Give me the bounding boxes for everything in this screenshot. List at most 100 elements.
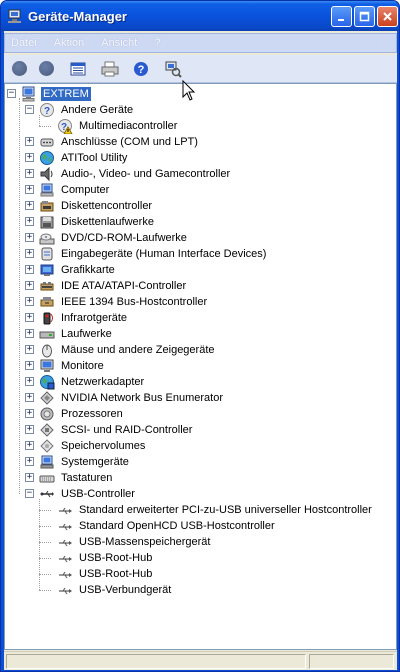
tree-device[interactable]: USB-Root-Hub xyxy=(57,566,154,582)
tree-category[interactable]: ATITool Utility xyxy=(39,150,129,166)
expand-toggle[interactable]: + xyxy=(25,425,34,434)
title-bar[interactable]: Geräte-Manager xyxy=(1,1,399,31)
expand-toggle[interactable]: + xyxy=(25,265,34,274)
usb-icon xyxy=(40,490,54,498)
tree-device[interactable]: Standard OpenHCD USB-Hostcontroller xyxy=(57,518,277,534)
expand-toggle[interactable]: + xyxy=(25,153,34,162)
minimize-button[interactable] xyxy=(331,6,352,27)
expand-toggle[interactable]: + xyxy=(25,297,34,306)
expand-toggle[interactable]: + xyxy=(25,361,34,370)
status-segment-secondary xyxy=(309,654,394,669)
usb-plug-icon xyxy=(59,571,72,579)
monitor-icon xyxy=(40,359,54,372)
bus-enumerator-icon xyxy=(40,391,54,405)
tree-category[interactable]: ? Andere Geräte xyxy=(39,102,135,118)
network-adapter-icon xyxy=(40,375,55,390)
expand-toggle[interactable]: + xyxy=(25,441,34,450)
tree-item-label: Eingabegeräte (Human Interface Devices) xyxy=(61,248,267,260)
scsi-icon xyxy=(40,423,54,437)
tree-device[interactable]: ? Multimediacontroller xyxy=(57,118,179,134)
scan-hardware-button[interactable] xyxy=(162,58,184,80)
menu-help[interactable]: ? xyxy=(154,37,160,49)
tree-item-label: IDE ATA/ATAPI-Controller xyxy=(61,280,187,292)
expand-toggle[interactable]: + xyxy=(25,393,34,402)
infrared-icon xyxy=(43,312,53,325)
tree-device[interactable]: USB-Massenspeichergerät xyxy=(57,534,212,550)
disk-drive-icon xyxy=(39,331,55,339)
maximize-icon xyxy=(359,11,370,22)
properties-view-button[interactable] xyxy=(67,58,89,80)
tree-device[interactable]: USB-Root-Hub xyxy=(57,550,154,566)
expand-toggle[interactable]: + xyxy=(25,377,34,386)
expand-toggle[interactable]: + xyxy=(25,137,34,146)
collapse-toggle[interactable]: − xyxy=(7,89,16,98)
menu-aktion[interactable]: Aktion xyxy=(54,37,85,49)
tree-root-extrem[interactable]: EXTREM xyxy=(21,86,91,102)
tree-category[interactable]: Grafikkarte xyxy=(39,262,117,278)
expand-toggle[interactable]: + xyxy=(25,217,34,226)
back-button[interactable] xyxy=(8,58,30,80)
expand-toggle[interactable]: + xyxy=(25,281,34,290)
forward-button[interactable] xyxy=(35,58,57,80)
tree-category[interactable]: Diskettencontroller xyxy=(39,198,154,214)
expand-toggle[interactable]: + xyxy=(25,233,34,242)
maximize-button[interactable] xyxy=(354,6,375,27)
tree-category[interactable]: Infrarotgeräte xyxy=(39,310,129,326)
tree-category[interactable]: Laufwerke xyxy=(39,326,114,342)
unknown-device-icon: ? xyxy=(40,103,54,117)
expand-toggle[interactable]: + xyxy=(25,185,34,194)
expand-toggle[interactable]: + xyxy=(25,409,34,418)
tree-category[interactable]: Netzwerkadapter xyxy=(39,374,146,390)
tree-category[interactable]: Eingabegeräte (Human Interface Devices) xyxy=(39,246,268,262)
tree-item-label: Mäuse und andere Zeigegeräte xyxy=(61,344,215,356)
system-device-icon xyxy=(40,455,54,469)
expand-toggle[interactable]: + xyxy=(25,201,34,210)
tree-item-label: Infrarotgeräte xyxy=(61,312,128,324)
tree-category[interactable]: Monitore xyxy=(39,358,106,374)
svg-text:?: ? xyxy=(138,64,145,76)
expand-toggle[interactable]: + xyxy=(25,345,34,354)
menu-ansicht[interactable]: Ansicht xyxy=(101,37,137,49)
tree-item-label: USB-Root-Hub xyxy=(79,552,153,564)
tree-category[interactable]: USB-Controller xyxy=(39,486,137,502)
help-button[interactable]: ? xyxy=(130,58,152,80)
collapse-toggle[interactable]: − xyxy=(25,105,34,114)
usb-plug-icon xyxy=(59,523,72,531)
tree-item-label: Monitore xyxy=(61,360,104,372)
expand-toggle[interactable]: + xyxy=(25,249,34,258)
tree-category[interactable]: Diskettenlaufwerke xyxy=(39,214,156,230)
tree-item-label: DVD/CD-ROM-Laufwerke xyxy=(61,232,187,244)
expand-toggle[interactable]: + xyxy=(25,329,34,338)
tree-category[interactable]: Anschlüsse (COM und LPT) xyxy=(39,134,200,150)
tree-category[interactable]: Computer xyxy=(39,182,111,198)
tree-category[interactable]: NVIDIA Network Bus Enumerator xyxy=(39,390,225,406)
tree-device[interactable]: Standard erweiterter PCI-zu-USB universe… xyxy=(57,502,374,518)
menu-datei[interactable]: Datei xyxy=(11,37,37,49)
print-button[interactable] xyxy=(99,58,121,80)
tree-device[interactable]: USB-Verbundgerät xyxy=(57,582,173,598)
tree-category[interactable]: Speichervolumes xyxy=(39,438,147,454)
tree-category[interactable]: Prozessoren xyxy=(39,406,125,422)
tree-category[interactable]: DVD/CD-ROM-Laufwerke xyxy=(39,230,189,246)
expand-toggle[interactable]: + xyxy=(25,169,34,178)
tree-category[interactable]: SCSI- und RAID-Controller xyxy=(39,422,194,438)
speaker-icon xyxy=(40,166,53,182)
tree-item-label: Prozessoren xyxy=(61,408,123,420)
tree-category[interactable]: Systemgeräte xyxy=(39,454,131,470)
tree-category[interactable]: IEEE 1394 Bus-Hostcontroller xyxy=(39,294,209,310)
tree-item-label: Standard erweiterter PCI-zu-USB universe… xyxy=(79,504,372,516)
tree-category[interactable]: IDE ATA/ATAPI-Controller xyxy=(39,278,188,294)
tree-category[interactable]: Audio-, Video- und Gamecontroller xyxy=(39,166,232,182)
expand-toggle[interactable]: + xyxy=(25,457,34,466)
expand-toggle[interactable]: + xyxy=(25,473,34,482)
tree-connector xyxy=(39,510,51,511)
collapse-toggle[interactable]: − xyxy=(25,489,34,498)
usb-plug-icon xyxy=(59,555,72,563)
device-tree[interactable]: − EXTREM −? Andere Geräte? Multimediacontrol… xyxy=(4,83,397,650)
tree-category[interactable]: Mäuse und andere Zeigegeräte xyxy=(39,342,217,358)
close-button[interactable] xyxy=(377,6,398,27)
tree-item-label: USB-Root-Hub xyxy=(79,568,153,580)
tree-category[interactable]: Tastaturen xyxy=(39,470,114,486)
expand-toggle[interactable]: + xyxy=(25,313,34,322)
tree-item-label: IEEE 1394 Bus-Hostcontroller xyxy=(61,296,208,308)
